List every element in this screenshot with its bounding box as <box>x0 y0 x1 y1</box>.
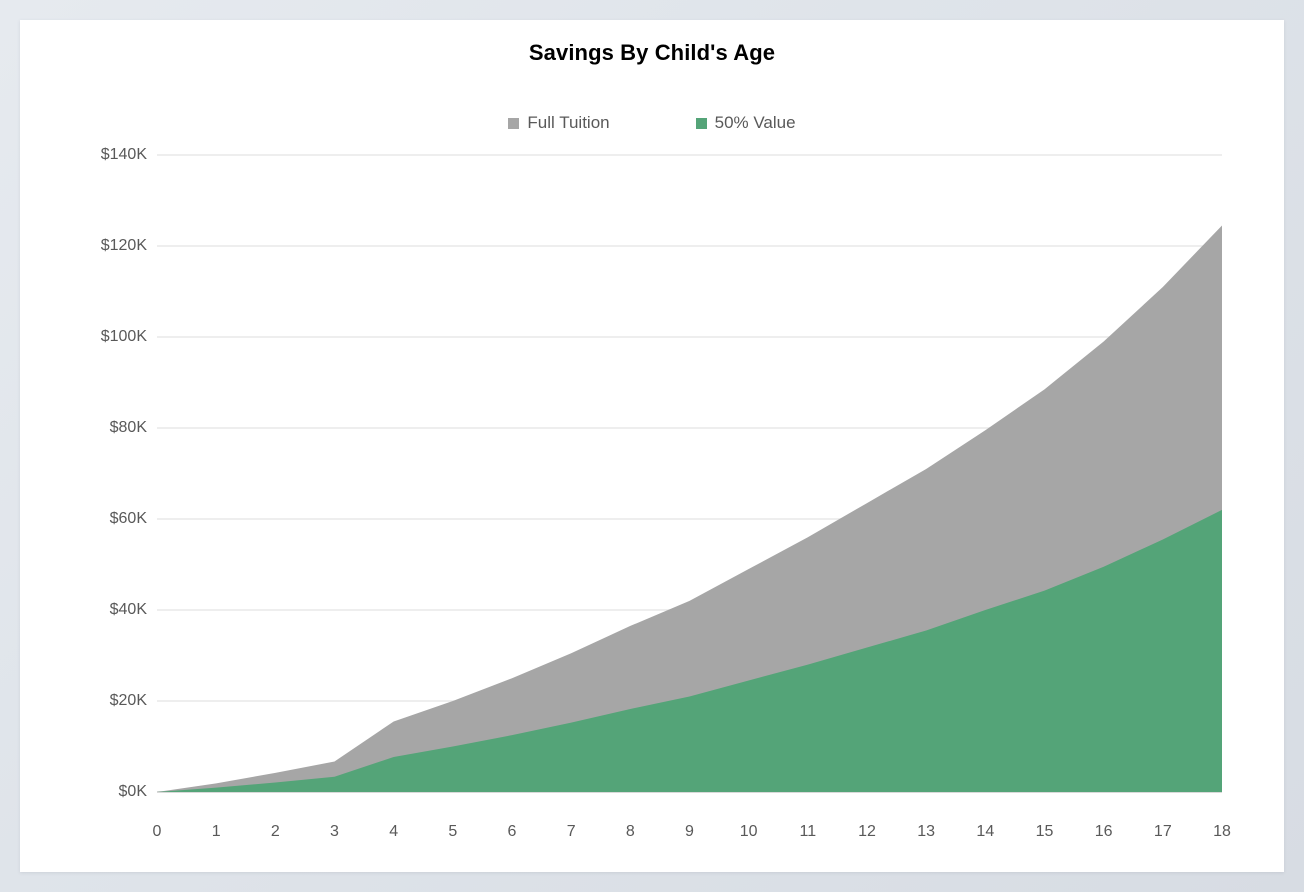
chart-card: Savings By Child's Age Full Tuition 50% … <box>20 20 1284 872</box>
x-tick-label: 4 <box>389 823 399 840</box>
x-tick-label: 8 <box>625 823 635 840</box>
x-tick-label: 2 <box>270 823 280 840</box>
x-tick-label: 10 <box>739 823 758 840</box>
x-tick-label: 12 <box>858 823 876 840</box>
x-tick-label: 7 <box>566 823 576 840</box>
x-tick-label: 3 <box>330 823 339 840</box>
x-tick-label: 15 <box>1035 823 1054 840</box>
x-tick-label: 5 <box>448 823 458 840</box>
x-tick-label: 16 <box>1094 823 1113 840</box>
x-tick-label: 18 <box>1213 823 1231 840</box>
x-tick-label: 9 <box>685 823 694 840</box>
x-tick-label: 14 <box>976 823 995 840</box>
x-tick-label: 1 <box>211 823 221 840</box>
x-tick-label: 17 <box>1153 823 1172 840</box>
x-axis: 0 1 2 3 4 5 6 7 8 9 10 11 12 13 14 15 16 17 18 <box>20 20 1284 872</box>
plot-area: $0K $20K $40K $60K $80K $100K $120K $140K 01234… <box>20 20 1284 872</box>
x-tick-label: 11 <box>799 823 817 840</box>
x-tick-label: 6 <box>507 823 517 840</box>
x-tick-label: 0 <box>152 823 162 840</box>
x-tick-label: 13 <box>917 823 936 840</box>
